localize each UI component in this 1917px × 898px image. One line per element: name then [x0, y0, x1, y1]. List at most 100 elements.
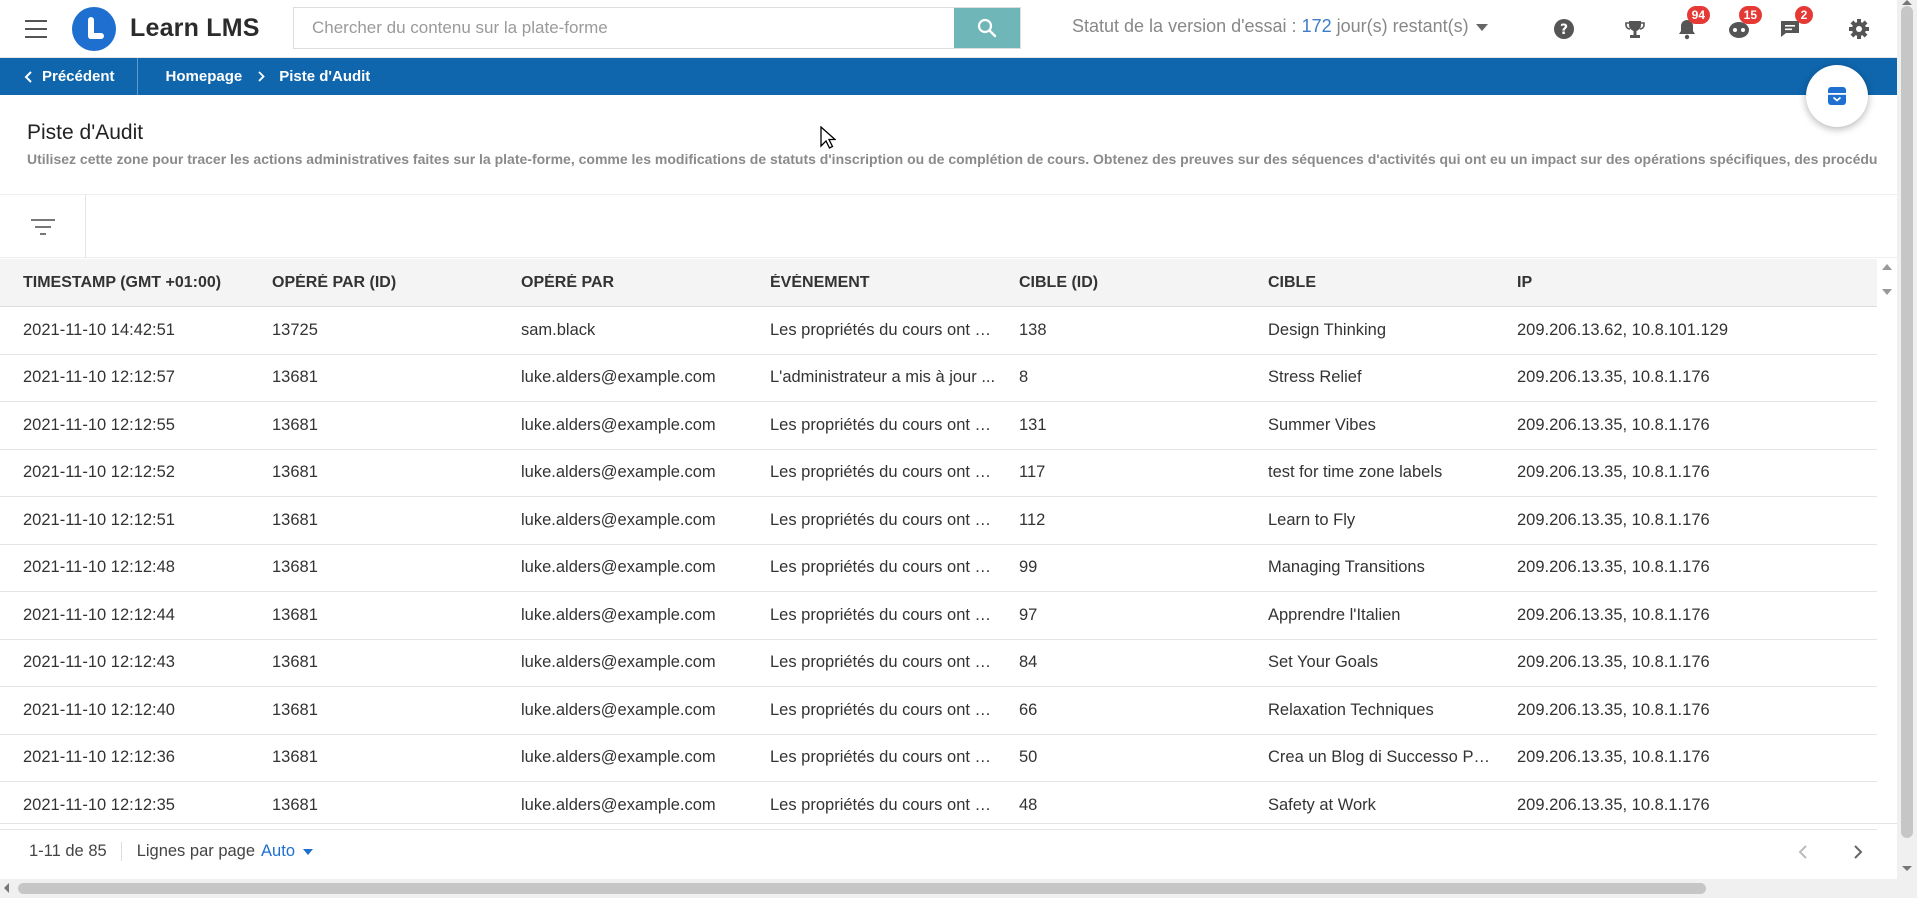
previous-page-button[interactable]: [1790, 839, 1816, 865]
notifications-button[interactable]: 94: [1672, 6, 1710, 44]
pagination-range: 1-11 de 85: [0, 842, 122, 861]
table-row[interactable]: 2021-11-10 12:12:48 13681 luke.alders@exam…: [0, 545, 1877, 592]
column-header-event[interactable]: ÉVÉNEMENT: [747, 274, 996, 292]
cell-target-id: 66: [1019, 700, 1038, 719]
scroll-up-icon[interactable]: [1902, 0, 1912, 5]
cell-operated-by: luke.alders@example.com: [521, 795, 716, 814]
back-label: Précédent: [42, 68, 115, 85]
cell-event: Les propriétés du cours ont c...: [770, 510, 996, 529]
scroll-down-icon[interactable]: [1902, 866, 1912, 871]
column-header-timestamp[interactable]: TIMESTAMP (GMT +01:00): [0, 274, 249, 292]
chevron-right-icon: [1854, 845, 1863, 859]
svg-text:?: ?: [1560, 22, 1568, 38]
table-row[interactable]: 2021-11-10 12:12:43 13681 luke.alders@exam…: [0, 640, 1877, 687]
cell-target-id: 8: [1019, 368, 1029, 387]
caret-down-icon: [303, 848, 313, 855]
scroll-down-icon[interactable]: [1882, 289, 1892, 295]
app-logo[interactable]: Learn LMS: [72, 0, 280, 58]
trophy-button[interactable]: [1620, 14, 1650, 44]
archive-button[interactable]: [1806, 65, 1868, 127]
back-button[interactable]: Précédent: [0, 58, 138, 95]
table-row[interactable]: 2021-11-10 12:12:55 13681 luke.alders@exam…: [0, 402, 1877, 450]
cell-operated-by-id: 13681: [272, 748, 318, 767]
help-button[interactable]: ?: [1549, 14, 1579, 44]
table-body: 2021-11-10 14:42:51 13725 sam.black Les pro…: [0, 307, 1877, 830]
cell-target: Stress Relief: [1268, 368, 1362, 387]
table-row[interactable]: 2021-11-10 12:12:44 13681 luke.alders@exam…: [0, 592, 1877, 640]
assistant-button[interactable]: 15: [1724, 6, 1762, 44]
cell-target-id: 48: [1019, 795, 1038, 814]
table-scrollbar[interactable]: [1877, 259, 1897, 823]
cell-operated-by-id: 13681: [272, 558, 318, 577]
column-header-operated-by[interactable]: OPÉRÉ PAR: [498, 274, 747, 292]
scrollbar-thumb[interactable]: [1901, 6, 1913, 838]
cell-event: Les propriétés du cours ont c...: [770, 653, 996, 672]
settings-button[interactable]: [1844, 14, 1874, 44]
cell-target-id: 117: [1019, 463, 1046, 482]
cell-target-id: 112: [1019, 510, 1046, 529]
filter-button[interactable]: [0, 195, 86, 258]
table-row[interactable]: 2021-11-10 12:12:52 13681 luke.alders@exam…: [0, 450, 1877, 497]
cell-operated-by: luke.alders@example.com: [521, 415, 716, 434]
search-button[interactable]: [954, 8, 1020, 48]
table-row[interactable]: 2021-11-10 12:12:36 13681 luke.alders@exam…: [0, 735, 1877, 782]
cell-ip: 209.206.13.35, 10.8.1.176: [1517, 795, 1710, 814]
column-header-target-id[interactable]: CIBLE (ID): [996, 274, 1245, 292]
cell-timestamp: 2021-11-10 12:12:44: [23, 605, 175, 624]
cell-operated-by: luke.alders@example.com: [521, 510, 716, 529]
cell-operated-by-id: 13681: [272, 463, 318, 482]
column-header-ip[interactable]: IP: [1494, 274, 1877, 292]
scrollbar-thumb[interactable]: [18, 883, 1706, 894]
filter-icon: [30, 218, 55, 235]
messages-badge: 2: [1795, 6, 1813, 24]
cell-operated-by-id: 13681: [272, 510, 318, 529]
cell-target-id: 131: [1019, 415, 1047, 434]
trial-status-prefix: Statut de la version d'essai :: [1072, 16, 1302, 36]
search-input[interactable]: [294, 8, 954, 48]
table-row[interactable]: 2021-11-10 12:12:51 13681 luke.alders@exam…: [0, 497, 1877, 545]
cell-event: Les propriétés du cours ont c...: [770, 748, 996, 767]
cell-timestamp: 2021-11-10 14:42:51: [23, 320, 175, 339]
page-vertical-scrollbar[interactable]: [1897, 0, 1917, 898]
logo-icon: [72, 6, 116, 51]
next-page-button[interactable]: [1845, 839, 1871, 865]
cell-timestamp: 2021-11-10 12:12:55: [23, 415, 175, 434]
scroll-left-icon[interactable]: [4, 883, 9, 893]
cell-target-id: 84: [1019, 653, 1038, 672]
table-header: TIMESTAMP (GMT +01:00) OPÉRÉ PAR (ID) OP…: [0, 259, 1877, 307]
cell-operated-by-id: 13725: [272, 320, 318, 339]
help-icon: ?: [1554, 19, 1574, 39]
table-row[interactable]: 2021-11-10 12:12:57 13681 luke.alders@exam…: [0, 355, 1877, 402]
cell-target: Design Thinking: [1268, 320, 1387, 339]
messages-button[interactable]: 2: [1775, 6, 1813, 44]
assistant-badge: 15: [1738, 6, 1762, 24]
cell-operated-by: luke.alders@example.com: [521, 653, 716, 672]
page-title: Piste d'Audit: [27, 121, 144, 144]
cell-target: Managing Transitions: [1268, 558, 1425, 577]
cell-event: Les propriétés du cours ont c...: [770, 700, 996, 719]
table-row[interactable]: 2021-11-10 14:42:51 13725 sam.black Les pro…: [0, 307, 1877, 355]
menu-icon[interactable]: [0, 0, 72, 58]
trophy-icon: [1625, 21, 1645, 38]
column-header-operated-by-id[interactable]: OPÉRÉ PAR (ID): [249, 274, 498, 292]
cell-timestamp: 2021-11-10 12:12:40: [23, 700, 175, 719]
breadcrumb-home-link[interactable]: Homepage: [138, 68, 243, 85]
table-row[interactable]: 2021-11-10 12:12:40 13681 luke.alders@exam…: [0, 687, 1877, 735]
cell-operated-by: luke.alders@example.com: [521, 748, 716, 767]
trial-status-dropdown[interactable]: Statut de la version d'essai : 172 jour(…: [1072, 16, 1488, 37]
cell-target: Crea un Blog di Successo Par...: [1268, 748, 1494, 767]
audit-table: TIMESTAMP (GMT +01:00) OPÉRÉ PAR (ID) OP…: [0, 259, 1877, 830]
rows-per-page-select[interactable]: Auto: [261, 842, 313, 861]
page-horizontal-scrollbar[interactable]: [0, 879, 1897, 898]
filter-bar: [0, 194, 1897, 258]
cell-ip: 209.206.13.35, 10.8.1.176: [1517, 700, 1710, 719]
rows-per-page-label: Lignes par page: [136, 842, 256, 860]
column-header-target[interactable]: CIBLE: [1245, 274, 1494, 292]
scroll-up-icon[interactable]: [1882, 264, 1892, 270]
cell-operated-by: luke.alders@example.com: [521, 605, 716, 624]
cell-event: Les propriétés du cours ont c...: [770, 320, 996, 339]
chevron-left-icon: [24, 70, 32, 83]
cell-target-id: 99: [1019, 558, 1038, 577]
cell-ip: 209.206.13.35, 10.8.1.176: [1517, 510, 1710, 529]
cell-operated-by: luke.alders@example.com: [521, 463, 716, 482]
